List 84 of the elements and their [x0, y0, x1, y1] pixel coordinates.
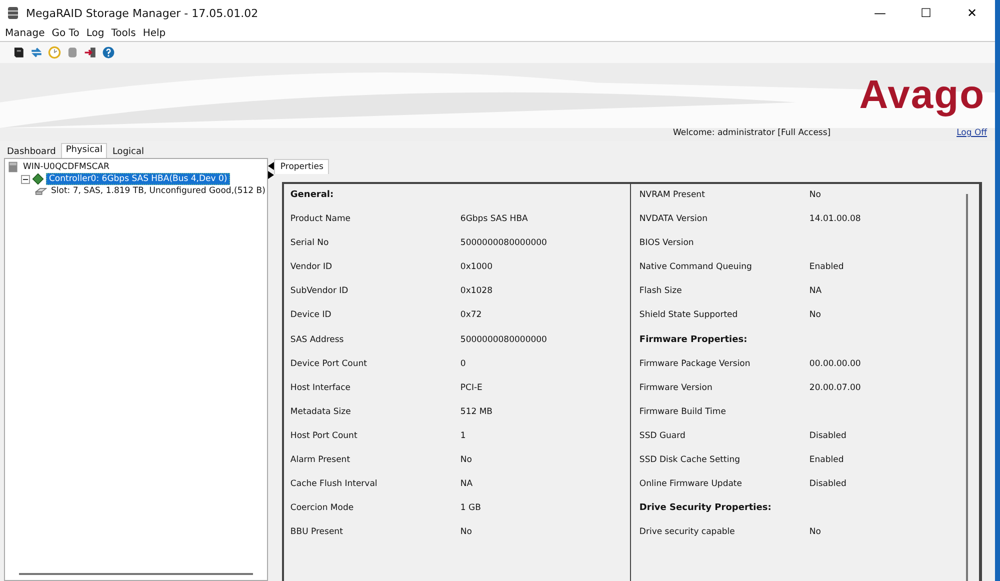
property-label: BBU Present [290, 527, 344, 540]
property-value: No [809, 310, 821, 322]
tree-item[interactable]: WIN-U0QCDFMSCAR [21, 162, 112, 172]
property-label: Native Command Queuing [639, 262, 753, 274]
property-label: NVDATA Version [639, 214, 708, 226]
property-value: 0 [460, 358, 466, 371]
drive-icon [35, 185, 47, 197]
property-value: 512 MB [460, 406, 493, 419]
property-value: NA [460, 479, 473, 492]
property-value: No [460, 527, 472, 540]
property-label: BIOS Version [639, 238, 695, 250]
window-title: MegaRAID Storage Manager - 17.05.01.02 [26, 6, 260, 20]
property-label: NVRAM Present [639, 190, 706, 202]
property-label: Cache Flush Interval [290, 479, 378, 492]
property-label: Online Firmware Update [639, 479, 743, 492]
tab[interactable]: Properties [274, 159, 330, 174]
property-value: 14.01.00.08 [809, 214, 861, 226]
tab[interactable]: Dashboard [3, 146, 60, 158]
section-heading: Drive Security Properties: [639, 503, 772, 516]
property-value: 0x1028 [460, 286, 492, 298]
menu-item[interactable]: Log [86, 28, 104, 39]
server-icon[interactable] [12, 46, 25, 59]
property-value: Disabled [809, 479, 846, 492]
scrollbar[interactable] [19, 573, 254, 575]
property-label: Firmware Package Version [639, 358, 752, 371]
property-label: Device Port Count [290, 358, 368, 371]
property-value: Disabled [809, 430, 846, 443]
property-label: SAS Address [290, 334, 345, 347]
property-value: 0x1000 [460, 262, 492, 274]
help-icon[interactable] [102, 46, 115, 59]
property-value: 1 GB [460, 503, 481, 516]
database-icon [6, 6, 20, 20]
property-label: Flash Size [639, 286, 683, 298]
property-value: 1 [460, 430, 466, 443]
computer-icon [7, 161, 19, 173]
property-value: No [460, 455, 472, 468]
property-label: Coercion Mode [290, 503, 355, 516]
menu-item[interactable]: Help [142, 28, 166, 39]
property-value: 20.00.07.00 [809, 382, 861, 395]
property-label: Host Interface [290, 382, 352, 395]
property-value: Enabled [809, 455, 844, 468]
property-label: SubVendor ID [290, 286, 350, 298]
property-value: 6Gbps SAS HBA [460, 214, 528, 226]
tree-item[interactable]: Slot: 7, SAS, 1.819 TB, Unconfigured Good,(512 B) [49, 186, 268, 196]
property-label: Host Port Count [290, 430, 358, 443]
property-value: No [809, 527, 821, 540]
property-value: 00.00.00.00 [809, 358, 861, 371]
tree-item[interactable]: Controller0: 6Gbps SAS HBA(Bus 4,Dev 0) [46, 173, 230, 185]
scrollbar[interactable] [966, 194, 968, 581]
exit-icon[interactable] [84, 46, 97, 59]
property-value: Enabled [809, 262, 844, 274]
company-logo: Avago [859, 73, 986, 118]
menu-item[interactable]: Tools [111, 28, 136, 39]
database-icon[interactable] [66, 46, 79, 59]
clock-icon[interactable] [48, 46, 61, 59]
menu-item[interactable]: Go To [52, 28, 80, 39]
tab[interactable]: Logical [108, 146, 148, 158]
tab[interactable]: Physical [60, 143, 108, 158]
property-label: Product Name [290, 214, 352, 226]
refresh-icon[interactable] [30, 46, 43, 59]
log-off-link[interactable]: Log Off [956, 128, 987, 141]
property-label: Shield State Supported [639, 310, 739, 322]
welcome-text: Welcome: administrator [Full Access] [673, 128, 831, 140]
chip-icon [32, 173, 44, 185]
property-value: 0x72 [460, 310, 482, 322]
property-label: Metadata Size [290, 406, 352, 419]
collapse-toggle[interactable] [21, 174, 30, 184]
property-label: SSD Disk Cache Setting [639, 455, 741, 468]
property-value: 5000000080000000 [460, 334, 547, 347]
property-label: Firmware Build Time [639, 406, 727, 419]
property-value: 5000000080000000 [460, 238, 547, 250]
property-value: PCI-E [460, 382, 482, 395]
menu-item[interactable]: Manage [5, 28, 45, 39]
property-label: Alarm Present [290, 455, 352, 468]
property-value: No [809, 190, 821, 202]
property-label: SSD Guard [639, 430, 686, 443]
property-value: NA [809, 286, 822, 298]
property-label: Drive security capable [639, 527, 736, 540]
property-label: Serial No [290, 238, 330, 250]
property-label: Vendor ID [290, 262, 334, 274]
property-label: Firmware Version [639, 382, 714, 395]
section-heading: General: [290, 190, 334, 202]
section-heading: Firmware Properties: [639, 334, 748, 347]
property-label: Device ID [290, 310, 332, 322]
